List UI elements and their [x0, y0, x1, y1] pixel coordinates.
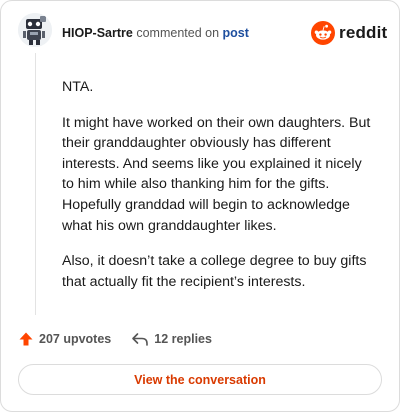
user-avatar[interactable]: [18, 13, 52, 47]
username-link[interactable]: HIOP-Sartre: [62, 26, 133, 40]
thread-line: [35, 53, 36, 315]
comment-paragraph: Also, it doesn’t take a college degree t…: [62, 253, 367, 290]
comment-body: NTA. It might have worked on their own d…: [62, 77, 374, 307]
post-link[interactable]: post: [223, 26, 249, 40]
upvotes-count: 207 upvotes: [39, 332, 112, 346]
robot-avatar-icon: [18, 13, 52, 47]
reddit-snoo-icon: [311, 21, 335, 45]
replies-count: 12 replies: [154, 332, 212, 346]
comment-header: HIOP-Sartre commented on post: [62, 26, 249, 40]
upvote-arrow-icon: [19, 332, 33, 346]
reply-arrow-icon: [132, 333, 149, 346]
reddit-logo[interactable]: reddit: [311, 21, 387, 45]
reddit-wordmark: reddit: [339, 23, 388, 42]
comment-paragraph: NTA.: [62, 79, 94, 95]
comment-paragraph: It might have worked on their own daught…: [62, 114, 371, 234]
view-conversation-button[interactable]: View the conversation: [18, 364, 382, 395]
upvotes-action[interactable]: 207 upvotes: [18, 331, 111, 347]
embedded-comment-card: HIOP-Sartre commented on post reddit NTA…: [0, 0, 400, 412]
commented-on-text: commented on: [136, 26, 220, 40]
replies-action[interactable]: 12 replies: [131, 331, 212, 347]
comment-actions: 207 upvotes 12 replies: [18, 331, 232, 347]
